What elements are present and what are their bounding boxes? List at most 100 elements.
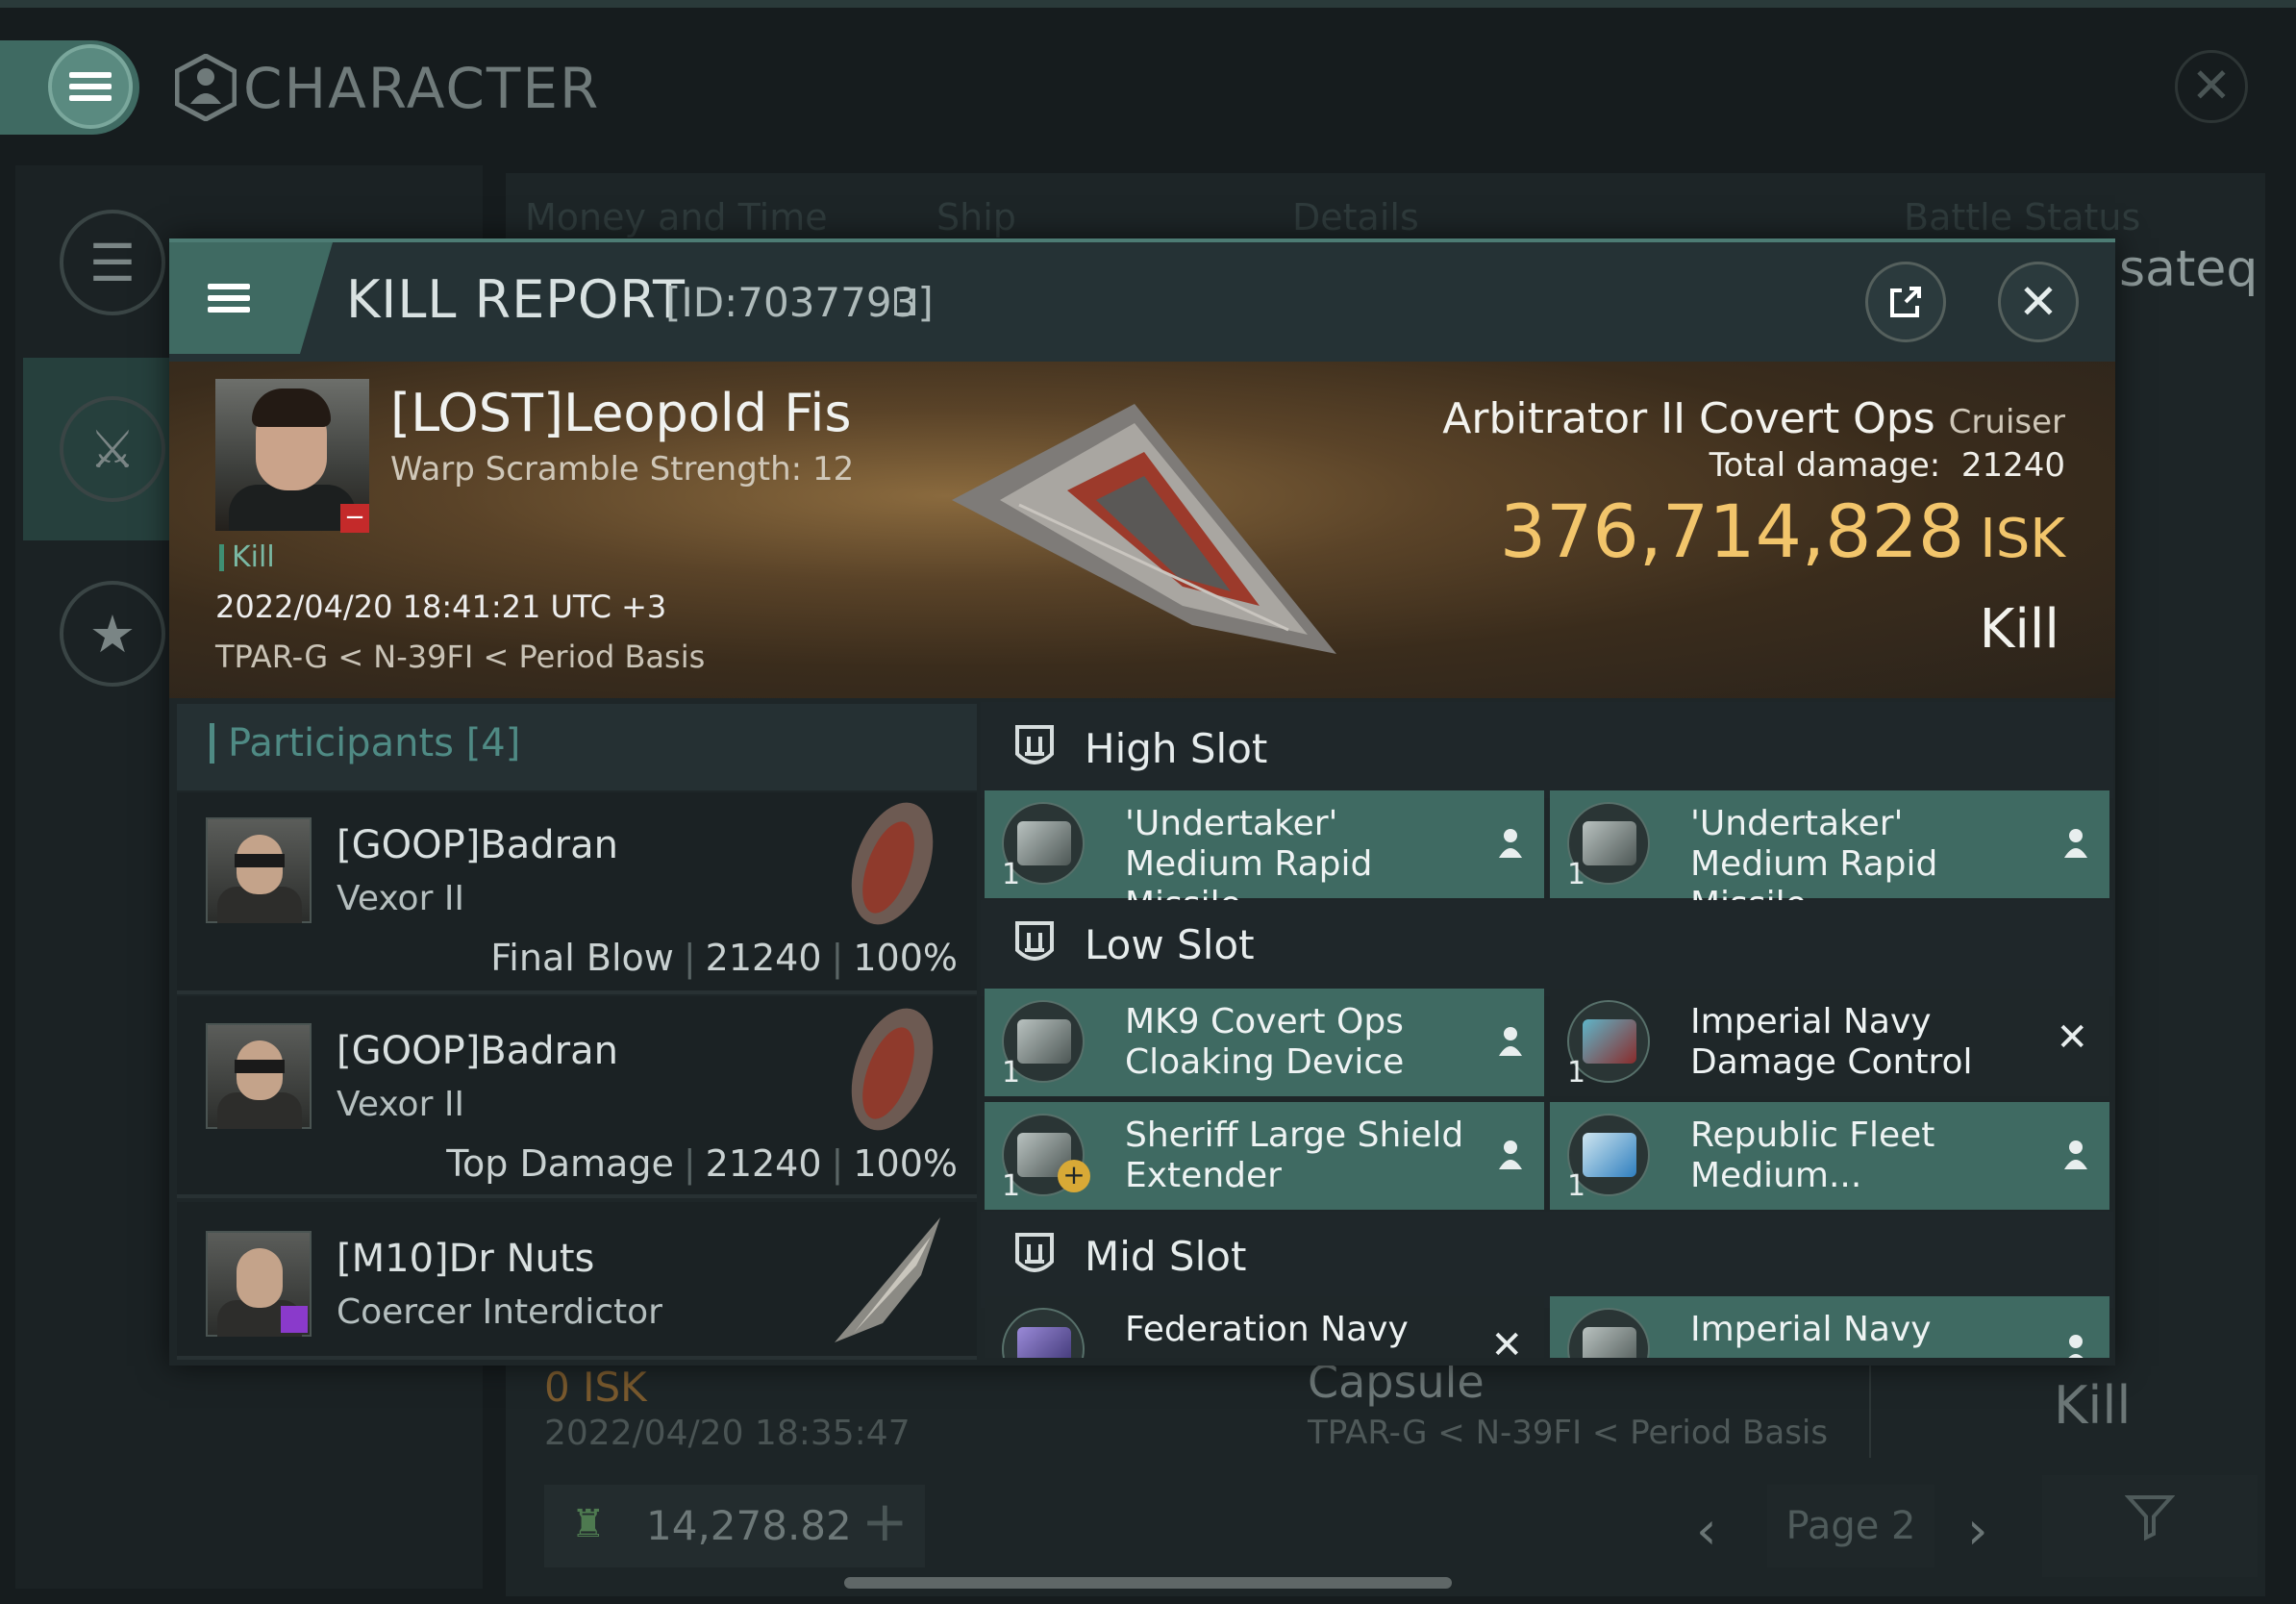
module-icon [1002, 1308, 1085, 1358]
low-slot-title: Low Slot [1085, 921, 1255, 968]
row-kill-label: Kill [2054, 1375, 2132, 1436]
background-partial-text: sateq [2119, 240, 2259, 298]
participant-ship-image [851, 802, 934, 925]
list-icon[interactable]: ☰ [60, 210, 165, 315]
ship-class: Cruiser [1948, 403, 2065, 441]
user-icon [1499, 1027, 1522, 1056]
participant-stats: Top Damage | 21240 | 100% [446, 1142, 958, 1185]
user-icon [1499, 1140, 1522, 1169]
isk-unit: ISK [1980, 508, 2065, 570]
module-name: Federation Navy [1125, 1310, 1409, 1349]
row-date: 2022/04/20 18:35:47 [544, 1414, 911, 1453]
wallet-value: 14,278.82 [646, 1502, 852, 1549]
participant-ship: Vexor II [337, 1085, 465, 1124]
character-icon [175, 54, 237, 121]
column-header-battle-status[interactable]: Battle Status [1904, 196, 2140, 238]
module-item[interactable]: Imperial Navy [1550, 1296, 2109, 1358]
kill-datetime: 2022/04/20 18:41:21 UTC +3 [215, 589, 667, 625]
module-name: Imperial Navy [1690, 1310, 1932, 1349]
row-divider [1869, 1362, 1871, 1458]
user-icon [2064, 829, 2087, 858]
user-icon [2068, 1335, 2084, 1358]
destroyed-icon: ✕ [1490, 1323, 1523, 1358]
share-button[interactable] [1865, 262, 1946, 342]
module-qty: 1 [1567, 1056, 1586, 1090]
participant-ship-image [835, 1217, 940, 1342]
module-qty: 1 [1002, 858, 1021, 891]
module-name: Imperial Navy Damage Control [1690, 1002, 1973, 1082]
prev-page-button[interactable]: ‹ [1696, 1500, 1717, 1561]
filter-icon [2124, 1495, 2176, 1541]
star-icon[interactable]: ★ [60, 581, 165, 687]
module-name: Republic Fleet Medium... [1690, 1115, 1935, 1195]
mid-slot-icon [1015, 1233, 1054, 1272]
module-qty: 1 [1002, 1056, 1021, 1090]
result-label: Kill [1979, 598, 2059, 661]
corp-flag-icon [281, 1306, 308, 1333]
module-icon [1567, 1308, 1650, 1358]
copy-icon[interactable] [894, 288, 915, 315]
module-qty: 1 [1567, 858, 1586, 891]
plex-icon: ♜ [571, 1502, 606, 1546]
total-damage: Total damage: 21240 [1709, 446, 2065, 485]
hamburger-icon [69, 66, 112, 107]
share-icon [1890, 287, 1921, 317]
module-qty: 1 [1002, 1169, 1021, 1203]
user-icon [1499, 829, 1522, 858]
column-header-money[interactable]: Money and Time [525, 196, 828, 238]
high-slot-title: High Slot [1085, 725, 1268, 772]
hamburger-icon [208, 278, 250, 318]
crossed-swords-icon[interactable]: ⚔ [60, 396, 165, 502]
module-item[interactable]: 1 Imperial Navy Damage Control ✕ [1550, 989, 2109, 1096]
participant-avatar [206, 817, 312, 923]
mid-slot-clip: Federation Navy ✕ Imperial Navy [985, 1296, 2115, 1358]
warp-scramble-strength: Warp Scramble Strength: 12 [390, 450, 855, 489]
module-item[interactable]: 1 'Undertaker' Medium Rapid Missile... [985, 790, 1544, 924]
column-header-details[interactable]: Details [1292, 196, 1419, 238]
window-title: CHARACTER [243, 56, 601, 121]
top-border [0, 0, 2296, 8]
filter-button[interactable] [2042, 1475, 2258, 1577]
participant-ship: Vexor II [337, 879, 465, 918]
module-qty: 1 [1567, 1169, 1586, 1203]
module-name: MK9 Covert Ops Cloaking Device [1125, 1002, 1405, 1082]
window-close-button[interactable]: ✕ [2175, 50, 2248, 123]
participant-ship-image [851, 1008, 934, 1131]
victim-ship-image [952, 404, 1336, 654]
module-item[interactable]: 1 'Undertaker' Medium Rapid Missile... [1550, 790, 2109, 924]
module-item[interactable]: + 1 Sheriff Large Shield Extender [985, 1102, 1544, 1210]
module-item[interactable]: 1 MK9 Covert Ops Cloaking Device [985, 989, 1544, 1096]
participant-ship: Coercer Interdictor [337, 1292, 662, 1332]
victim-name[interactable]: [LOST]Leopold Fis [390, 383, 852, 443]
module-item[interactable]: 1 Republic Fleet Medium... [1550, 1102, 2109, 1210]
row-isk-value: 0 ISK [544, 1364, 647, 1411]
high-slot-icon [1015, 725, 1054, 764]
module-item[interactable]: Federation Navy ✕ [985, 1296, 1544, 1358]
mid-slot-title: Mid Slot [1085, 1233, 1247, 1280]
add-funds-button[interactable]: + [861, 1489, 909, 1554]
isk-value: 376,714,828 ISK [1499, 489, 2065, 574]
participant-name: [GOOP]Badran [337, 1029, 618, 1073]
participant-avatar [206, 1023, 312, 1129]
participant-name: [GOOP]Badran [337, 823, 618, 867]
dialog-title: KILL REPORT [346, 269, 686, 330]
dialog-close-button[interactable]: ✕ [1998, 262, 2079, 342]
participant-name: [M10]Dr Nuts [337, 1237, 595, 1281]
horizontal-scrollbar[interactable] [844, 1577, 1452, 1589]
participant-stats: Final Blow | 21240 | 100% [490, 937, 958, 979]
kill-location[interactable]: TPAR-G < N-39FI < Period Basis [215, 639, 705, 675]
participants-title: Participants [4] [210, 723, 520, 764]
plus-badge-icon: + [1058, 1160, 1090, 1192]
column-header-ship[interactable]: Ship [936, 196, 1016, 238]
kill-tag: Kill [219, 543, 275, 572]
row-location: TPAR-G < N-39FI < Period Basis [1308, 1414, 1829, 1452]
main-menu-button[interactable] [48, 44, 133, 129]
page-indicator: Page 2 [1767, 1485, 1934, 1567]
user-icon [2064, 1140, 2087, 1169]
next-page-button[interactable]: › [1967, 1500, 1988, 1561]
victim-ship-name[interactable]: Arbitrator II Covert Ops Cruiser [1442, 394, 2065, 443]
kill-id: [ID:7037793] [665, 279, 934, 326]
destroyed-icon: ✕ [2056, 1015, 2088, 1060]
low-slot-icon [1015, 921, 1054, 961]
lost-badge-icon: − [340, 504, 369, 533]
